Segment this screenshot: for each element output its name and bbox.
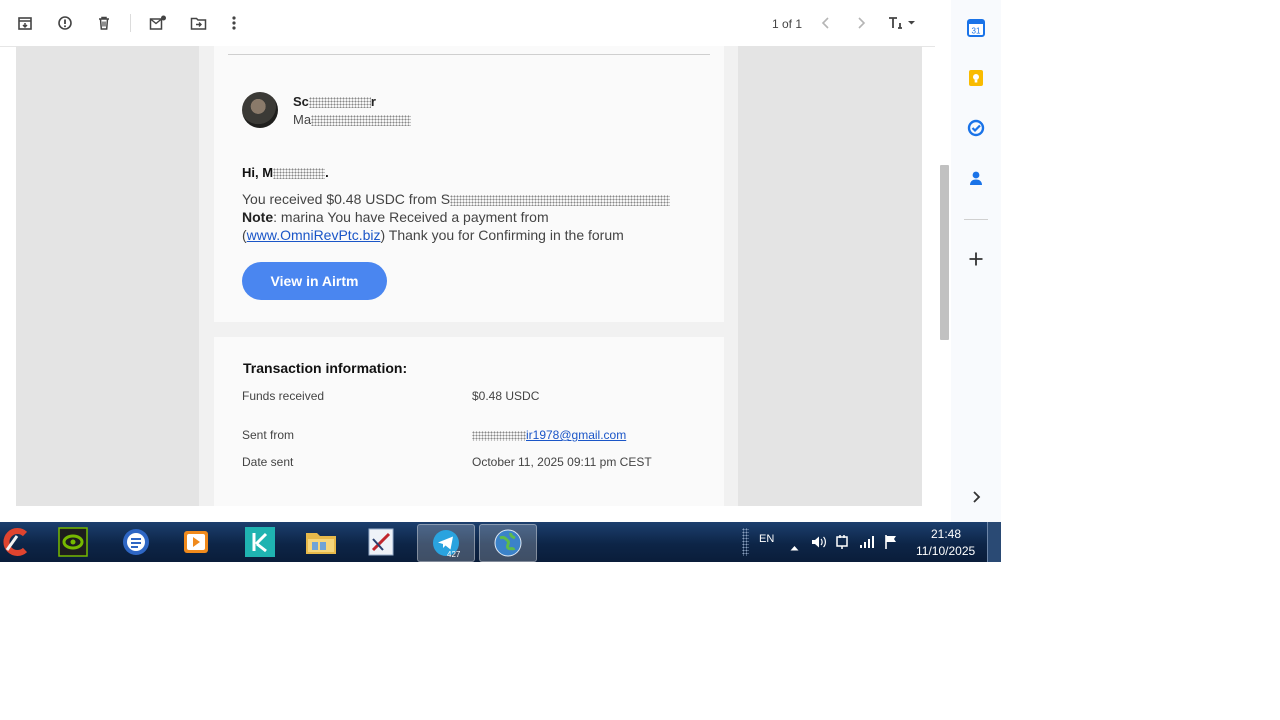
k-app-icon[interactable] — [231, 524, 289, 560]
sent-from-value: ir1978@gmail.com — [472, 428, 626, 442]
message-text: You received $0.48 USDC from S Note: mar… — [242, 190, 712, 244]
mark-unread-icon[interactable] — [148, 13, 168, 33]
more-options-icon[interactable] — [224, 13, 244, 33]
media-player-icon[interactable] — [167, 524, 225, 560]
sender-email-visible: ir1978@gmail.com — [526, 428, 627, 442]
greeting: Hi, M. — [242, 165, 329, 180]
next-icon[interactable] — [851, 13, 871, 33]
pager-count: 1 of 1 — [772, 17, 803, 31]
calendar-day: 31 — [972, 27, 981, 36]
snipping-tool-icon[interactable] — [352, 524, 410, 560]
network-signal-icon[interactable] — [859, 535, 875, 554]
transaction-card: Transaction information: Funds received … — [214, 337, 724, 506]
message-line3-text: ) Thank you for Confirming in the forum — [380, 227, 624, 243]
greeting-text: Hi, M — [242, 165, 274, 180]
redacted-text — [308, 97, 371, 109]
power-plug-icon[interactable] — [835, 534, 849, 555]
calendar-icon[interactable]: 31 — [967, 19, 985, 37]
date-sent-label: Date sent — [242, 455, 294, 469]
scrollbar-thumb[interactable] — [940, 165, 949, 340]
email-canvas: Sc r Ma Hi, M. You received $0.48 USDC fr… — [199, 46, 738, 506]
redacted-text — [311, 115, 412, 127]
screen: 1 of 1 Sc r Ma Hi, M. You received $0.48… — [0, 0, 1001, 562]
sender-avatar — [242, 92, 278, 128]
previous-icon[interactable] — [816, 13, 836, 33]
contacts-icon[interactable] — [967, 169, 985, 187]
bottom-strip — [0, 506, 951, 522]
move-to-icon[interactable] — [188, 13, 208, 33]
file-manager-icon[interactable] — [107, 524, 165, 560]
greeting-suffix: . — [325, 165, 329, 180]
archive-icon[interactable] — [15, 13, 35, 33]
delete-icon[interactable] — [94, 13, 114, 33]
side-panel: 31 — [951, 0, 1001, 522]
funds-received-label: Funds received — [242, 389, 325, 403]
telegram-icon[interactable]: 427 — [417, 524, 475, 562]
side-panel-divider — [964, 219, 988, 220]
email-toolbar: 1 of 1 — [0, 0, 935, 47]
clock-date[interactable]: 11/10/2025 — [916, 544, 975, 558]
chevron-right-icon[interactable] — [967, 488, 985, 506]
volume-icon[interactable] — [811, 535, 827, 554]
nvidia-icon[interactable] — [44, 524, 102, 560]
funds-received-value: $0.48 USDC — [472, 389, 540, 403]
message-line2-text: : marina You have Received a payment fro… — [273, 209, 549, 225]
report-spam-icon[interactable] — [55, 13, 75, 33]
add-icon[interactable] — [967, 250, 985, 268]
email-body-card: Sc r Ma Hi, M. You received $0.48 USDC fr… — [214, 46, 724, 322]
transaction-title: Transaction information: — [243, 360, 408, 376]
language-indicator[interactable]: EN — [759, 533, 774, 545]
tasks-icon[interactable] — [967, 119, 985, 137]
message-line-2: Note: marina You have Received a payment… — [242, 208, 712, 226]
keep-icon[interactable] — [967, 69, 985, 87]
sender-mail-visible: Ma — [293, 112, 312, 127]
sender-email: Ma — [293, 112, 412, 127]
sender-name-end: r — [370, 94, 376, 109]
sent-from-label: Sent from — [242, 428, 295, 442]
browser-globe-icon[interactable] — [479, 524, 537, 562]
sender-email-link[interactable]: ir1978@gmail.com — [472, 428, 626, 442]
show-desktop-button[interactable] — [987, 522, 1001, 562]
view-in-airtm-button[interactable]: View in Airtm — [242, 262, 387, 300]
redacted-text — [450, 194, 671, 206]
telegram-unread-badge: 427 — [447, 550, 461, 559]
message-line-3: (www.OmniRevPtc.biz) Thank you for Confi… — [242, 226, 712, 244]
omnirevptc-link[interactable]: www.OmniRevPtc.biz — [247, 227, 381, 243]
redacted-text — [273, 168, 326, 180]
sender-name-visible: Sc — [293, 94, 309, 109]
input-tools-icon[interactable] — [886, 13, 918, 33]
explorer-folder-icon[interactable] — [292, 524, 350, 560]
message-line-1: You received $0.48 USDC from S — [242, 190, 712, 208]
message-line1-text: You received $0.48 USDC from S — [242, 191, 451, 207]
redacted-text — [472, 430, 526, 441]
email-viewer: Sc r Ma Hi, M. You received $0.48 USDC fr… — [16, 46, 922, 506]
taskbar: 427 EN 21:48 11/10/2025 — [0, 522, 1001, 562]
taskbar-grip — [742, 528, 749, 556]
sender-name: Sc r — [293, 94, 376, 109]
note-label: Note — [242, 209, 274, 225]
action-center-flag-icon[interactable] — [883, 534, 899, 555]
scrollbar[interactable] — [938, 0, 951, 506]
date-sent-value: October 11, 2025 09:11 pm CEST — [472, 455, 652, 469]
clock-time[interactable]: 21:48 — [931, 527, 961, 541]
ccleaner-icon[interactable] — [0, 524, 30, 560]
toolbar-divider — [130, 14, 131, 32]
header-divider — [228, 54, 710, 55]
show-hidden-icons-icon[interactable] — [790, 538, 799, 556]
